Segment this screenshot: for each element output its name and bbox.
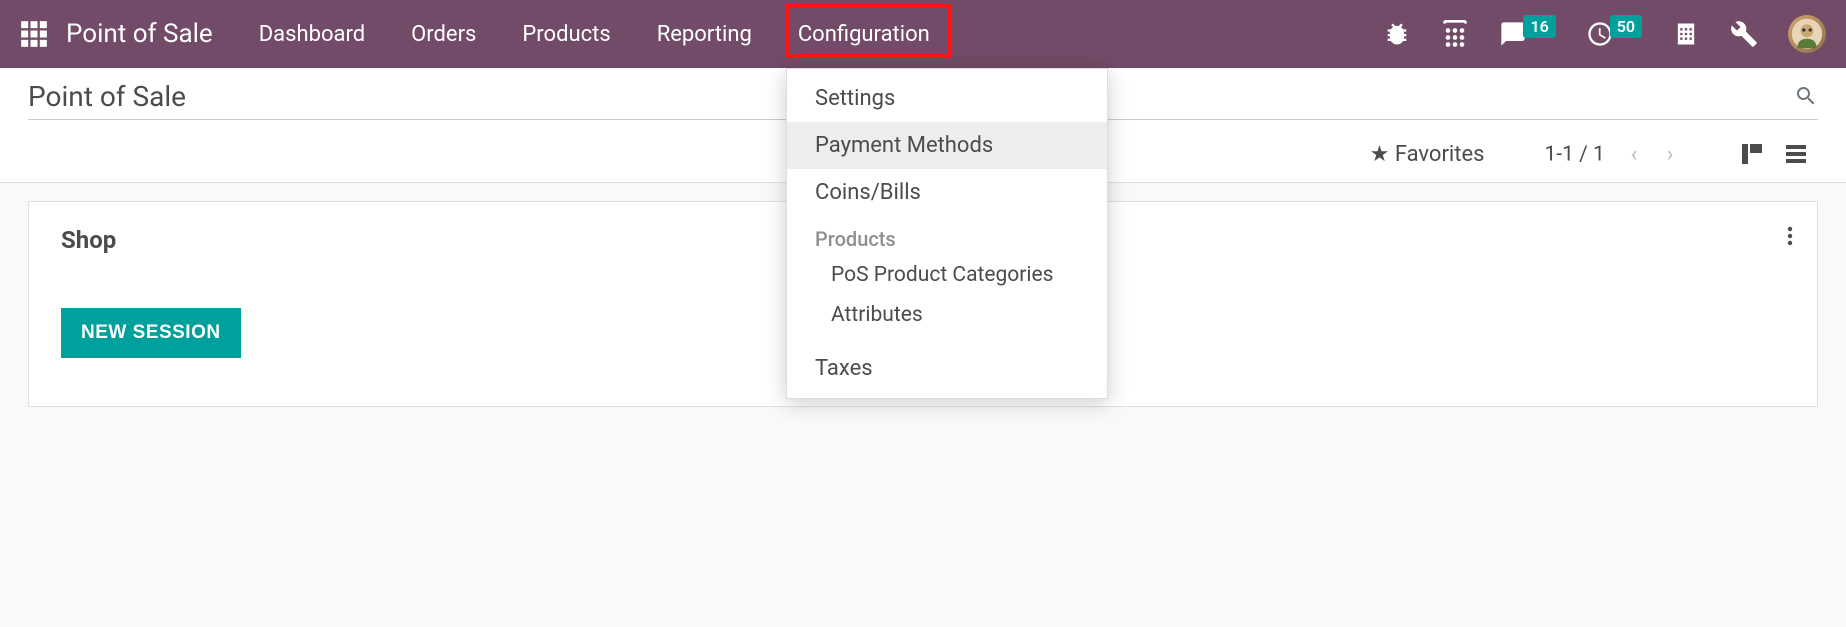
app-name[interactable]: Point of Sale: [66, 19, 213, 49]
pager-text: 1-1 / 1: [1544, 143, 1604, 167]
pager: 1-1 / 1 ‹ ›: [1544, 140, 1684, 168]
user-avatar[interactable]: [1788, 15, 1826, 53]
dropdown-taxes[interactable]: Taxes: [787, 345, 1107, 392]
bug-icon[interactable]: [1383, 20, 1411, 48]
tools-icon[interactable]: [1730, 20, 1758, 48]
top-navbar: Point of Sale Dashboard Orders Products …: [0, 0, 1846, 68]
dropdown-products-header: Products: [787, 216, 1107, 255]
nav-reporting[interactable]: Reporting: [653, 22, 756, 47]
search-icon[interactable]: [1794, 84, 1818, 108]
nav-menu: Dashboard Orders Products Reporting Conf…: [255, 22, 934, 47]
building-icon[interactable]: [1672, 20, 1700, 48]
dropdown-settings[interactable]: Settings: [787, 75, 1107, 122]
nav-orders[interactable]: Orders: [407, 22, 480, 47]
configuration-dropdown: Settings Payment Methods Coins/Bills Pro…: [786, 68, 1108, 399]
activities-badge: 50: [1610, 15, 1642, 38]
page-title: Point of Sale: [28, 80, 186, 113]
messages-button[interactable]: 16: [1499, 20, 1555, 48]
dropdown-payment-methods[interactable]: Payment Methods: [787, 122, 1107, 169]
card-menu-icon[interactable]: [1787, 226, 1793, 250]
dropdown-coins-bills[interactable]: Coins/Bills: [787, 169, 1107, 216]
pager-next[interactable]: ›: [1656, 140, 1684, 168]
view-switcher: [1730, 135, 1818, 173]
favorites-button[interactable]: ★ Favorites: [1370, 142, 1485, 167]
view-list-button[interactable]: [1774, 135, 1818, 173]
view-kanban-button[interactable]: [1730, 135, 1774, 173]
dropdown-pos-product-categories[interactable]: PoS Product Categories: [787, 255, 1107, 295]
nav-products[interactable]: Products: [518, 22, 614, 47]
nav-dashboard[interactable]: Dashboard: [255, 22, 369, 47]
nav-right: 16 50: [1383, 15, 1826, 53]
nav-configuration[interactable]: Configuration: [794, 22, 934, 47]
apps-grid-icon[interactable]: [20, 20, 48, 48]
dialpad-icon[interactable]: [1441, 20, 1469, 48]
new-session-button[interactable]: NEW SESSION: [61, 308, 241, 358]
activities-button[interactable]: 50: [1586, 20, 1642, 48]
pager-prev[interactable]: ‹: [1620, 140, 1648, 168]
dropdown-attributes[interactable]: Attributes: [787, 295, 1107, 335]
messages-badge: 16: [1523, 15, 1555, 38]
